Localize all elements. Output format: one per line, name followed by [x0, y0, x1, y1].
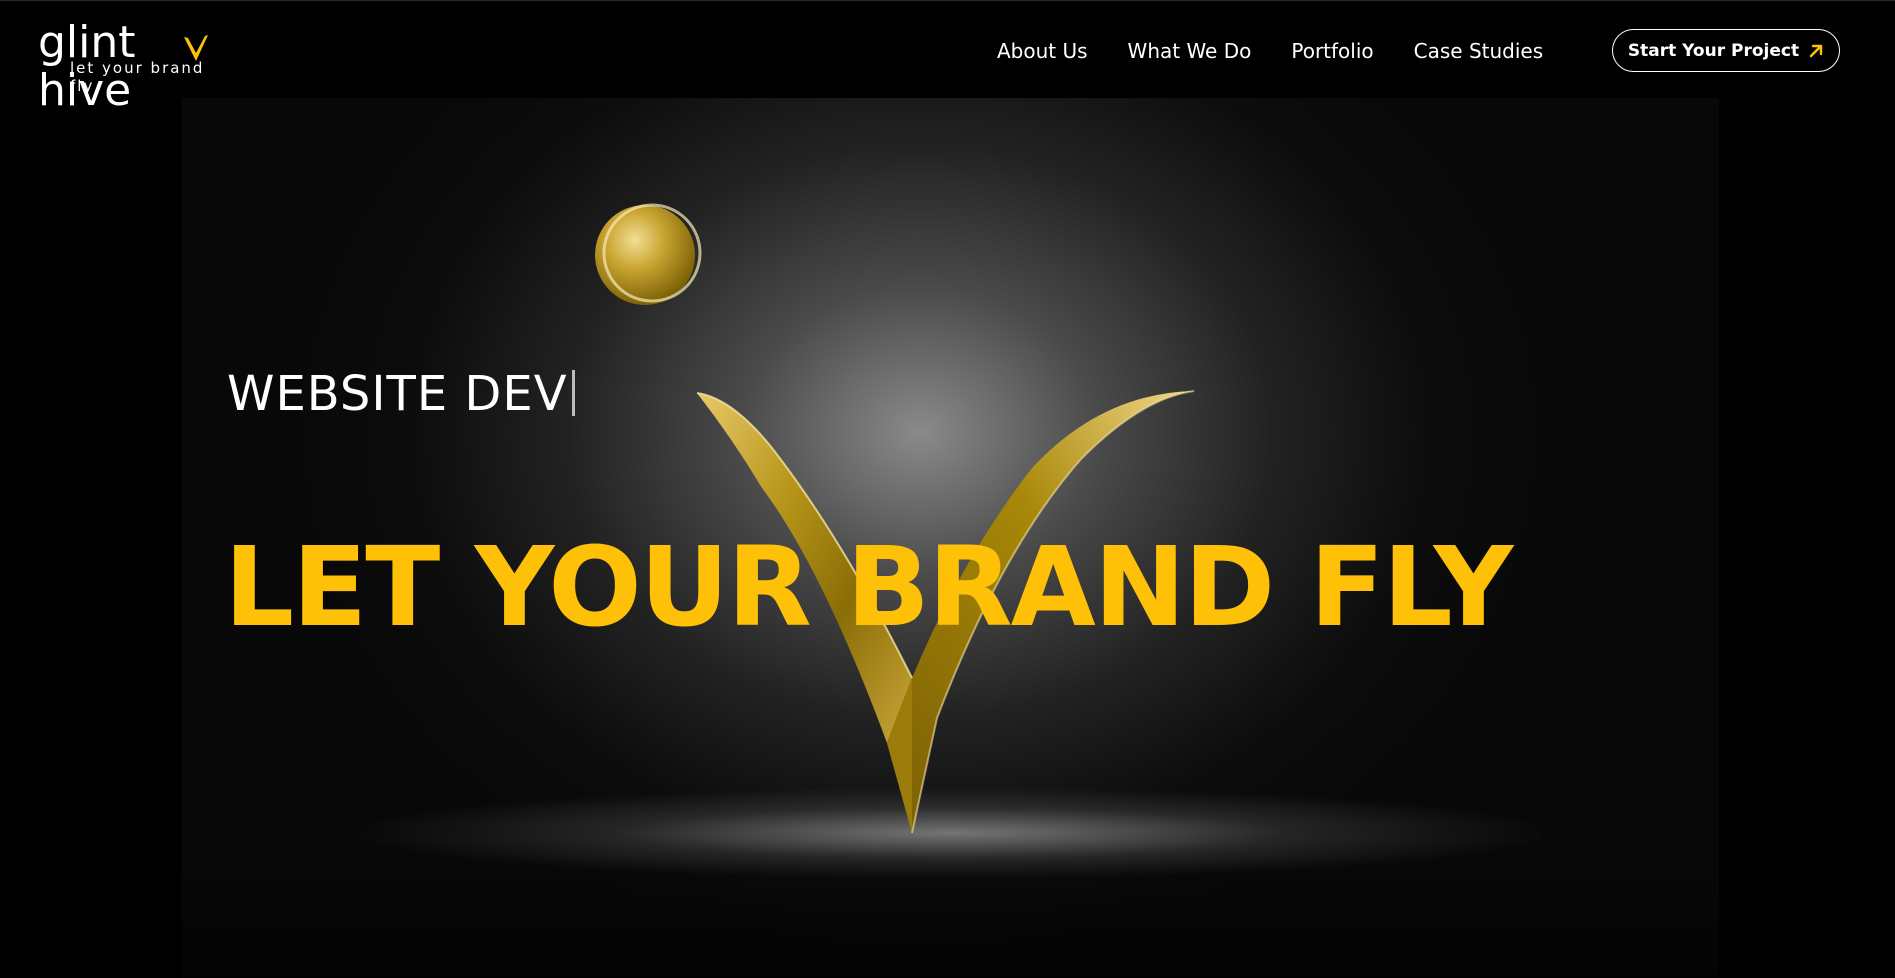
hero-headline: LET YOUR BRAND FLY	[224, 522, 1513, 651]
page: glint hive let your brand fly About Us W…	[0, 0, 1895, 978]
site-header: glint hive let your brand fly About Us W…	[0, 0, 1895, 115]
main-nav: About Us What We Do Portfolio Case Studi…	[997, 39, 1583, 63]
typed-service-value: WEBSITE DEV	[227, 366, 568, 422]
start-project-button[interactable]: Start Your Project	[1612, 29, 1840, 72]
hero-section: WEBSITE DEV LET YOUR BRAND FLY	[182, 98, 1719, 978]
nav-about-us[interactable]: About Us	[997, 39, 1088, 63]
brand-tagline: let your brand fly	[70, 59, 205, 95]
brand-logo[interactable]: glint hive let your brand fly	[38, 19, 228, 115]
nav-portfolio[interactable]: Portfolio	[1291, 39, 1373, 63]
gold-v-emblem	[595, 203, 1195, 834]
nav-case-studies[interactable]: Case Studies	[1414, 39, 1544, 63]
typed-service-text: WEBSITE DEV	[227, 366, 575, 422]
arrow-up-right-icon	[1809, 44, 1823, 57]
floor-shadow	[182, 858, 1719, 978]
typing-caret	[571, 370, 575, 416]
nav-what-we-do[interactable]: What We Do	[1128, 39, 1252, 63]
start-project-label: Start Your Project	[1627, 40, 1800, 61]
